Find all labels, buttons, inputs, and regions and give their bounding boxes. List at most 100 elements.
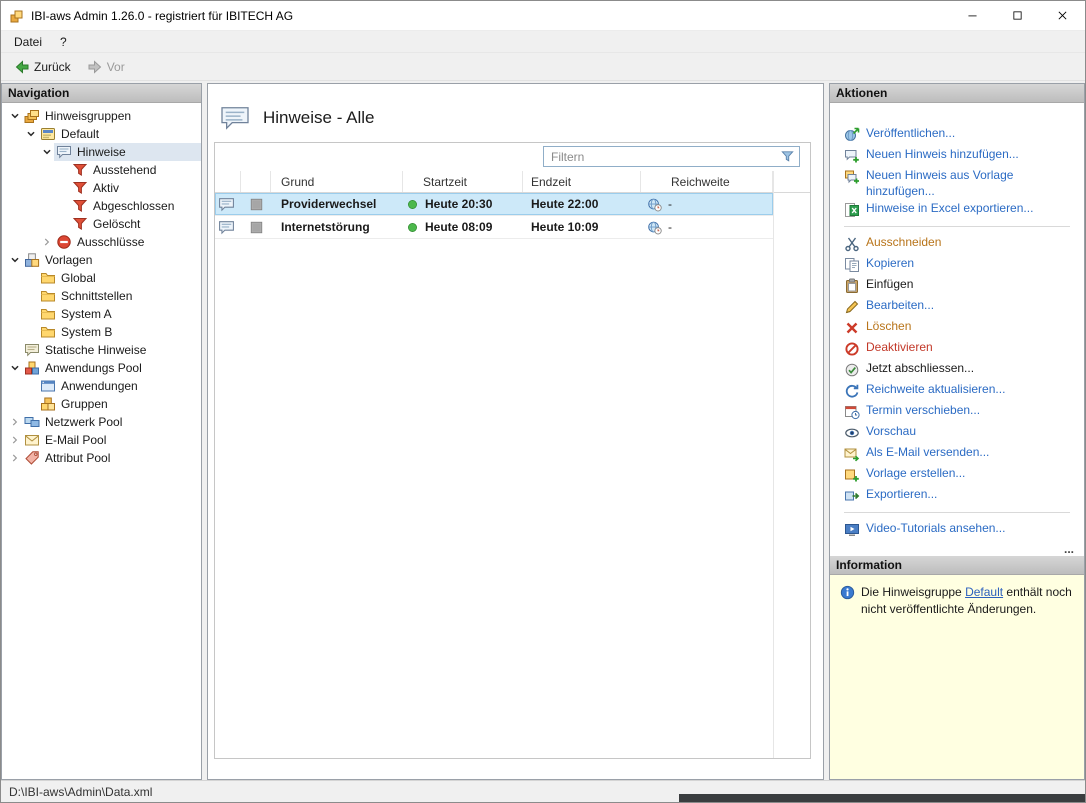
tree-item-e-mail-pool[interactable]: E-Mail Pool (2, 431, 201, 449)
navigation-panel: Navigation Hinweisgruppen Default Hinweise… (1, 83, 202, 780)
chevron-right-icon[interactable] (8, 451, 22, 465)
action-termin-verschieben[interactable]: Termin verschieben... (844, 402, 1074, 423)
chevron-down-icon[interactable] (8, 361, 22, 375)
filter-funnel-icon[interactable] (780, 149, 795, 164)
menu-bar: Datei ? (1, 31, 1085, 53)
email-pool-icon (24, 432, 40, 448)
table-cell: - (641, 216, 773, 238)
tree-item-vorlagen[interactable]: Vorlagen (2, 251, 201, 269)
action-ausschneiden[interactable]: Ausschneiden (844, 234, 1074, 255)
app-pool-icon (24, 360, 40, 376)
table-cell (215, 193, 241, 215)
back-button[interactable]: Zurück (7, 56, 78, 78)
chevron-right-icon[interactable] (40, 235, 54, 249)
action-label: Vorlage erstellen... (866, 466, 966, 481)
groups-icon (40, 396, 56, 412)
applications-icon (40, 378, 56, 394)
tree-item-abgeschlossen[interactable]: Abgeschlossen (2, 197, 201, 215)
chevron-down-icon[interactable] (8, 253, 22, 267)
action-loeschen[interactable]: Löschen (844, 318, 1074, 339)
chevron-right-icon[interactable] (8, 415, 22, 429)
table-row-internetstoerung[interactable]: Internetstörung Heute 08:09 Heute 10:09 - (215, 216, 773, 239)
forward-button[interactable]: Vor (80, 56, 132, 78)
column-header-reichweite[interactable]: Reichweite (641, 171, 773, 192)
tree-item-attribut-pool[interactable]: Attribut Pool (2, 449, 201, 467)
chevron-down-icon[interactable] (40, 145, 54, 159)
action-video-tutorials-ansehen[interactable]: Video-Tutorials ansehen... (844, 520, 1074, 541)
action-kopieren[interactable]: Kopieren (844, 255, 1074, 276)
menu-help[interactable]: ? (51, 32, 76, 52)
maximize-button[interactable] (995, 1, 1040, 30)
default-group-link[interactable]: Default (965, 585, 1003, 599)
filter-icon (72, 162, 88, 178)
table-cell: Heute 10:09 (523, 216, 641, 238)
menu-datei[interactable]: Datei (5, 32, 51, 52)
close-button[interactable] (1040, 1, 1085, 30)
tree-item-hinweise[interactable]: Hinweise (2, 143, 201, 161)
action-vorschau[interactable]: Vorschau (844, 423, 1074, 444)
action-vorlage-erstellen[interactable]: Vorlage erstellen... (844, 465, 1074, 486)
folder-icon (40, 270, 56, 286)
action-deaktivieren[interactable]: Deaktivieren (844, 339, 1074, 360)
tree-item-netzwerk-pool[interactable]: Netzwerk Pool (2, 413, 201, 431)
tree-item-anwendungen[interactable]: Anwendungen (2, 377, 201, 395)
tree-item-statische-hinweise[interactable]: Statische Hinweise (2, 341, 201, 359)
action-einfuegen[interactable]: Einfügen (844, 276, 1074, 297)
column-header-grund[interactable]: Grund (271, 171, 403, 192)
chevron-down-icon[interactable] (24, 127, 38, 141)
tree-item-system-a[interactable]: System A (2, 305, 201, 323)
information-panel: Die Hinweisgruppe Default enthält noch n… (830, 575, 1084, 779)
tree-item-anwendungs-pool[interactable]: Anwendungs Pool (2, 359, 201, 377)
column-header-endzeit[interactable]: Endzeit (523, 171, 641, 192)
chevron-down-icon[interactable] (8, 109, 22, 123)
folder-icon (40, 306, 56, 322)
tree-item-label: Anwendungs Pool (45, 361, 142, 375)
minimize-icon (966, 9, 979, 22)
action-veroeffentlichen[interactable]: Veröffentlichen... (844, 125, 1074, 146)
tree-row-inner: Netzwerk Pool (22, 413, 201, 431)
minimize-button[interactable] (950, 1, 995, 30)
column-header-icon[interactable] (215, 171, 241, 192)
column-header-startzeit[interactable]: Startzeit (403, 171, 523, 192)
tree-item-default[interactable]: Default (2, 125, 201, 143)
reschedule-icon (844, 404, 860, 420)
action-hinweise-in-excel-exportieren[interactable]: Hinweise in Excel exportieren... (844, 200, 1074, 221)
action-bearbeiten[interactable]: Bearbeiten... (844, 297, 1074, 318)
notice-list: GrundStartzeitEndzeitReichweite Provider… (214, 142, 811, 759)
scope-globe-icon (647, 220, 662, 235)
tree-item-hinweisgruppen[interactable]: Hinweisgruppen (2, 107, 201, 125)
action-jetzt-abschliessen[interactable]: Jetzt abschliessen... (844, 360, 1074, 381)
tree-row-inner: Vorlagen (22, 251, 201, 269)
filter-box (543, 146, 800, 167)
tree-item-label: Ausschlüsse (77, 235, 145, 249)
tree-row-inner: Ausstehend (70, 161, 201, 179)
tree-item-gruppen[interactable]: Gruppen (2, 395, 201, 413)
tree-item-aktiv[interactable]: Aktiv (2, 179, 201, 197)
chevron-right-icon[interactable] (8, 433, 22, 447)
tree-item-label: Hinweisgruppen (45, 109, 132, 123)
table-row-providerwechsel[interactable]: Providerwechsel Heute 20:30 Heute 22:00 - (215, 193, 773, 216)
action-neuen-hinweis-hinzufuegen[interactable]: Neuen Hinweis hinzufügen... (844, 146, 1074, 167)
content-area: Navigation Hinweisgruppen Default Hinweise… (1, 81, 1085, 780)
tree-item-global[interactable]: Global (2, 269, 201, 287)
tree-item-schnittstellen[interactable]: Schnittstellen (2, 287, 201, 305)
green-dot-icon (407, 222, 418, 233)
reichweite-value: - (668, 197, 672, 211)
table-cell: Heute 22:00 (523, 193, 641, 215)
tree-item-ausstehend[interactable]: Ausstehend (2, 161, 201, 179)
action-neuen-hinweis-aus-vorlage-hinzufuegen[interactable]: Neuen Hinweis aus Vorlage hinzufügen... (844, 167, 1074, 200)
tree-item-ausschluesse[interactable]: Ausschlüsse (2, 233, 201, 251)
action-als-e-mail-versenden[interactable]: Als E-Mail versenden... (844, 444, 1074, 465)
tree-item-system-b[interactable]: System B (2, 323, 201, 341)
actions-more[interactable]: ... (1064, 542, 1074, 556)
table-header: Grund Startzeit Endzeit Reichweite (215, 171, 810, 193)
action-reichweite-aktualisieren[interactable]: Reichweite aktualisieren... (844, 381, 1074, 402)
filter-input[interactable] (544, 149, 780, 164)
action-exportieren[interactable]: Exportieren... (844, 486, 1074, 507)
tree-item-geloescht[interactable]: Gelöscht (2, 215, 201, 233)
folder-icon (40, 324, 56, 340)
create-template-icon (844, 467, 860, 483)
column-header-icon[interactable] (241, 171, 271, 192)
